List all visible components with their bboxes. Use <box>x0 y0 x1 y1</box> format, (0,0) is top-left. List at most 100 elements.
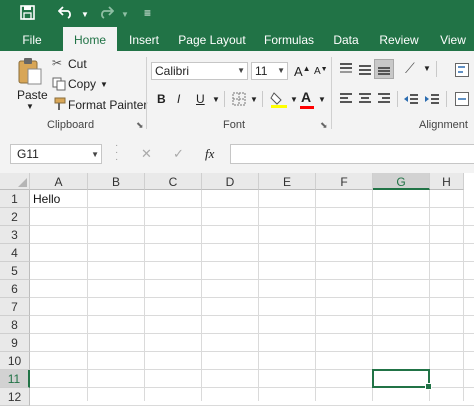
divider <box>436 61 437 77</box>
redo-dropdown-icon[interactable]: ▼ <box>121 7 129 23</box>
borders-icon[interactable] <box>232 92 246 106</box>
row-header-8[interactable]: 8 <box>0 316 30 334</box>
font-launcher-icon[interactable]: ⬊ <box>320 120 328 131</box>
customize-icon[interactable]: ≡ <box>144 5 151 21</box>
row-header-11[interactable]: 11 <box>0 370 30 388</box>
worksheet-grid: A B C D E F G H 1 2 3 4 5 6 7 8 9 10 11 12 Hello <box>0 173 474 406</box>
gridline <box>30 225 474 226</box>
align-top-icon[interactable] <box>339 62 353 76</box>
divider <box>146 57 147 129</box>
font-name: Calibri <box>155 64 190 78</box>
tab-insert[interactable]: Insert <box>122 27 166 51</box>
merge-center-icon[interactable] <box>455 92 474 106</box>
fill-handle[interactable] <box>425 383 432 390</box>
save-icon[interactable] <box>20 5 35 20</box>
align-middle-icon[interactable] <box>358 62 372 76</box>
redo-icon[interactable] <box>98 5 114 19</box>
align-bottom-button[interactable] <box>374 59 394 79</box>
grip-dots-icon: · · · <box>115 140 119 165</box>
column-header-b[interactable]: B <box>88 173 145 190</box>
enter-button[interactable]: ✓ <box>173 146 184 162</box>
format-painter-button[interactable]: Format Painter <box>68 98 147 112</box>
row-header-2[interactable]: 2 <box>0 208 30 226</box>
font-color-dropdown-icon[interactable]: ▼ <box>318 95 326 104</box>
align-right-icon[interactable] <box>377 92 391 106</box>
orientation-dropdown-icon[interactable]: ▼ <box>423 64 431 73</box>
underline-button[interactable]: U <box>196 92 205 106</box>
column-header-f[interactable]: F <box>316 173 373 190</box>
column-header-a[interactable]: A <box>30 173 88 190</box>
undo-dropdown-icon[interactable]: ▼ <box>81 7 89 23</box>
cell-a1[interactable]: Hello <box>33 190 60 208</box>
column-header-e[interactable]: E <box>259 173 316 190</box>
copy-dropdown-icon[interactable]: ▼ <box>100 80 108 89</box>
align-bottom-icon <box>378 67 390 75</box>
tab-file[interactable]: File <box>14 27 50 51</box>
tab-home[interactable]: Home <box>63 27 117 51</box>
format-painter-icon[interactable] <box>52 97 66 111</box>
bold-button[interactable]: B <box>157 92 166 106</box>
copy-button[interactable]: Copy <box>68 77 96 91</box>
wrap-text-icon[interactable] <box>455 63 474 77</box>
name-box[interactable]: G11 ▼ <box>10 144 102 164</box>
divider <box>397 91 398 107</box>
cut-icon[interactable]: ✂ <box>52 56 62 70</box>
divider <box>331 57 332 129</box>
underline-dropdown-icon[interactable]: ▼ <box>212 95 220 104</box>
row-header-12[interactable]: 12 <box>0 388 30 406</box>
cut-button[interactable]: Cut <box>68 57 87 71</box>
active-cell-g11[interactable] <box>372 369 432 390</box>
paste-icon[interactable] <box>17 57 43 85</box>
undo-icon[interactable] <box>58 5 74 19</box>
column-header-h[interactable]: H <box>430 173 464 190</box>
copy-icon[interactable] <box>52 77 66 91</box>
formula-bar-area: G11 ▼ · · · ✕ ✓ fx <box>0 134 474 173</box>
tab-page-layout[interactable]: Page Layout <box>176 27 248 51</box>
orientation-icon[interactable]: ⟋ <box>405 60 415 77</box>
insert-function-button[interactable]: fx <box>205 146 214 162</box>
cancel-button[interactable]: ✕ <box>141 146 152 162</box>
font-color-icon[interactable]: A <box>301 89 311 105</box>
chevron-down-icon: ▼ <box>237 66 245 75</box>
tab-review[interactable]: Review <box>375 27 423 51</box>
font-group-label: Font <box>223 119 246 131</box>
fill-color-dropdown-icon[interactable]: ▼ <box>290 95 298 104</box>
column-header-c[interactable]: C <box>145 173 202 190</box>
tab-view[interactable]: View <box>434 27 472 51</box>
paste-dropdown-icon[interactable]: ▼ <box>26 102 34 111</box>
grow-font-label: A <box>294 64 303 79</box>
row-header-3[interactable]: 3 <box>0 226 30 244</box>
gridline <box>30 279 474 280</box>
tab-data[interactable]: Data <box>328 27 364 51</box>
row-header-10[interactable]: 10 <box>0 352 30 370</box>
select-all-corner[interactable] <box>0 173 30 190</box>
column-header-d[interactable]: D <box>202 173 259 190</box>
row-header-7[interactable]: 7 <box>0 298 30 316</box>
chevron-down-icon: ▼ <box>277 66 285 75</box>
row-header-1[interactable]: 1 <box>0 190 30 208</box>
row-header-9[interactable]: 9 <box>0 334 30 352</box>
row-header-5[interactable]: 5 <box>0 262 30 280</box>
font-size-box[interactable]: 11 ▼ <box>251 62 288 80</box>
paste-button[interactable]: Paste <box>17 88 48 102</box>
grow-font-button[interactable]: A▲ <box>294 64 311 79</box>
gridline <box>30 261 474 262</box>
clipboard-launcher-icon[interactable]: ⬊ <box>136 120 144 131</box>
italic-button[interactable]: I <box>177 92 180 106</box>
tab-formulas[interactable]: Formulas <box>260 27 318 51</box>
font-name-box[interactable]: Calibri ▼ <box>151 62 248 80</box>
increase-indent-icon[interactable] <box>424 92 440 106</box>
align-left-icon[interactable] <box>339 92 353 106</box>
fill-color-icon[interactable] <box>270 90 288 108</box>
align-center-icon[interactable] <box>358 92 372 106</box>
row-header-6[interactable]: 6 <box>0 280 30 298</box>
chevron-down-icon: ▼ <box>91 150 99 159</box>
formula-input[interactable] <box>230 144 474 164</box>
row-header-4[interactable]: 4 <box>0 244 30 262</box>
column-header-g[interactable]: G <box>373 173 430 190</box>
borders-dropdown-icon[interactable]: ▼ <box>250 95 258 104</box>
gridline <box>30 297 474 298</box>
shrink-font-button[interactable]: A▼ <box>314 66 328 77</box>
gridline <box>30 351 474 352</box>
decrease-indent-icon[interactable] <box>403 92 419 106</box>
